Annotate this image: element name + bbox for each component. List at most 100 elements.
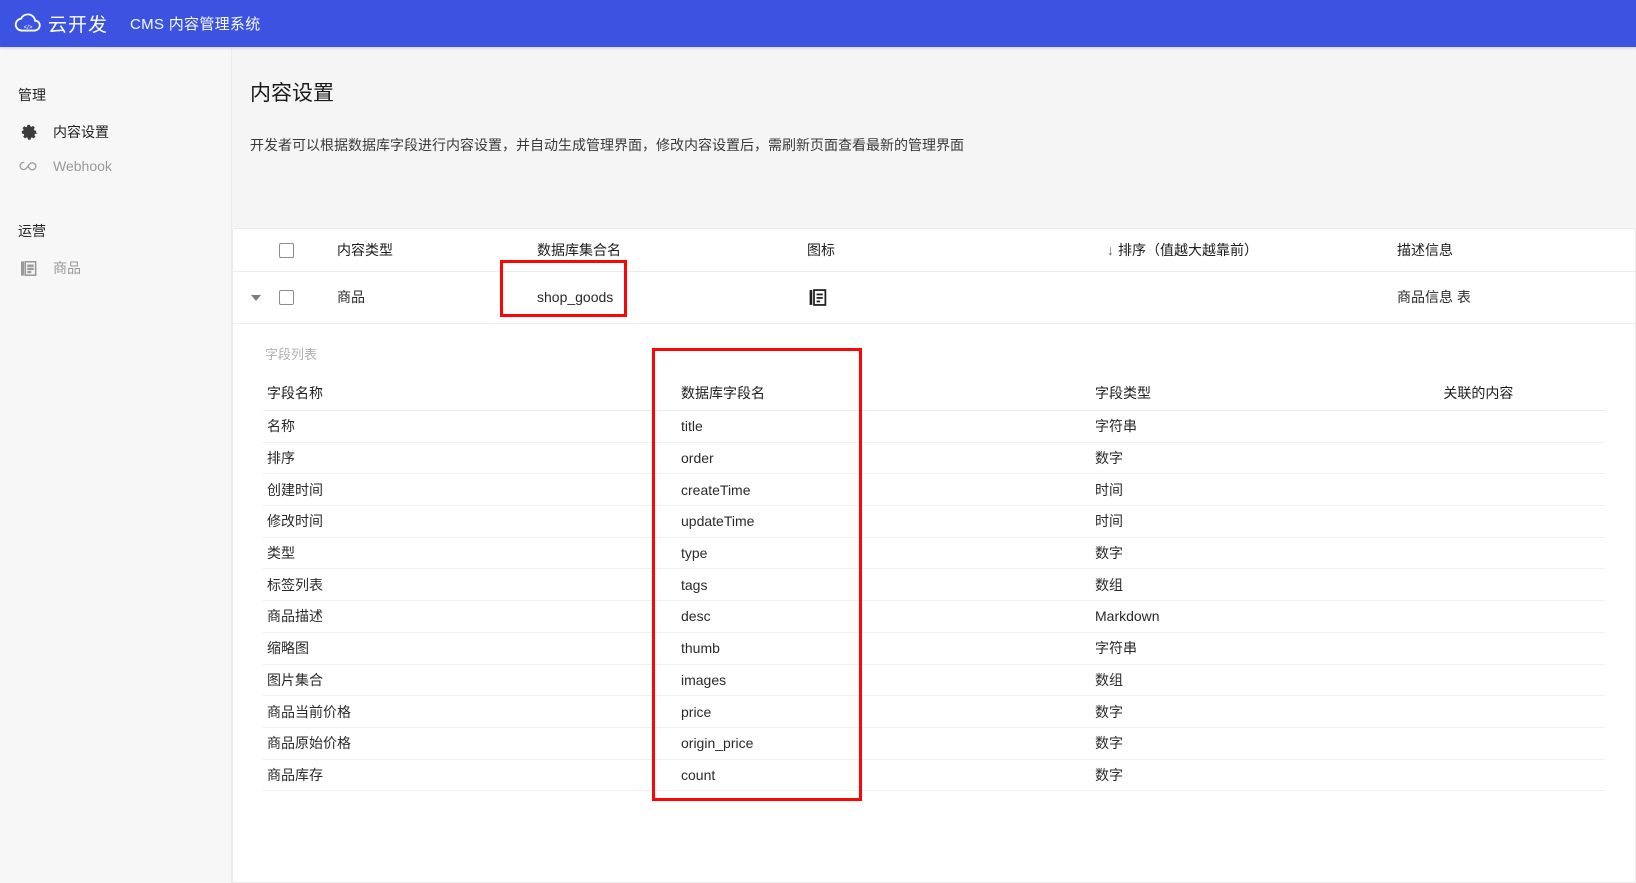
field-list-table: 字段名称 数据库字段名 字段类型 关联的内容 名称 title 字符串 排序 order… [263,376,1605,792]
field-field-type: Markdown [1091,600,1440,633]
field-field-name: 商品原始价格 [263,727,677,760]
icon-column-header: 图标 [807,229,1107,272]
field-name-column-header: 字段名称 [263,376,677,411]
table-row[interactable]: 图片集合 images 数组 [263,664,1605,697]
content-type-column-header: 内容类型 [337,229,537,272]
field-db-field-name: createTime [677,473,1091,507]
document-list-icon [18,258,39,279]
field-field-name: 标签列表 [263,568,677,602]
field-field-name: 修改时间 [263,505,677,538]
field-related-content [1439,632,1605,665]
expand-column-header [233,229,279,272]
field-related-content [1439,759,1605,792]
row-checkbox[interactable] [279,290,294,306]
sidebar-item-label: Webhook [53,157,112,174]
field-type-column-header: 字段类型 [1091,376,1440,411]
table-row[interactable]: 修改时间 updateTime 时间 [263,505,1605,538]
field-field-name: 商品当前价格 [263,695,677,728]
field-field-name: 类型 [263,537,677,570]
field-field-type: 数字 [1091,537,1440,570]
sidebar-group-title-management: 管理 [18,87,46,103]
field-related-content [1439,537,1605,570]
gear-icon [18,122,39,143]
row-icon-cell [807,271,1107,324]
field-field-type: 数字 [1091,727,1440,760]
field-db-field-name: tags [677,568,1091,602]
field-related-content [1439,442,1605,475]
field-field-type: 字符串 [1091,632,1440,665]
field-related-content [1439,568,1605,602]
content-types-table-header: 内容类型 数据库集合名 图标 ↓ 排序（值越大越靠前） 描述信息 [233,229,1635,272]
row-collection-name: shop_goods [537,271,807,324]
field-related-content [1439,600,1605,633]
table-row[interactable]: 创建时间 createTime 时间 [263,473,1605,507]
brand-name: 云开发 [48,15,109,36]
top-navigation-bar: </> 云开发 CMS 内容管理系统 [0,0,1636,47]
row-order [1107,271,1397,324]
row-content-type: 商品 [337,271,537,324]
table-row[interactable]: 名称 title 字符串 [263,410,1605,443]
table-row[interactable]: 缩略图 thumb 字符串 [263,632,1605,665]
document-list-icon [807,288,828,306]
db-field-name-column-header: 数据库字段名 [677,376,1091,411]
order-column-label: 排序（值越大越靠前） [1118,241,1258,258]
field-db-field-name: order [677,442,1091,475]
collection-name-column-header: 数据库集合名 [537,229,807,272]
field-field-type: 数字 [1091,695,1440,728]
content-types-table: 内容类型 数据库集合名 图标 ↓ 排序（值越大越靠前） 描述信息 商品 shop… [233,229,1635,324]
description-column-header: 描述信息 [1397,229,1635,272]
field-list-label: 字段列表 [265,346,318,362]
field-field-name: 商品描述 [263,600,677,633]
sidebar-item-label: 商品 [53,259,81,276]
field-db-field-name: images [677,664,1091,697]
table-row[interactable]: 排序 order 数字 [263,442,1605,475]
sidebar-item-label: 内容设置 [53,123,109,140]
table-row[interactable]: 商品当前价格 price 数字 [263,695,1605,728]
content-types-table-body: 商品 shop_goods 商品信息 表 [233,271,1635,324]
sidebar-item-goods[interactable]: 商品 [0,251,231,285]
infinity-icon [18,156,39,177]
sidebar: 管理 内容设置 Webhook 运营 商品 [0,47,232,883]
row-select-cell[interactable] [279,271,337,324]
order-column-header[interactable]: ↓ 排序（值越大越靠前） [1107,229,1397,272]
table-row[interactable]: 类型 type 数字 [263,537,1605,570]
sidebar-item-content-settings[interactable]: 内容设置 [0,115,231,149]
table-row[interactable]: 标签列表 tags 数组 [263,568,1605,602]
field-field-name: 名称 [263,410,677,443]
table-row[interactable]: 商品原始价格 origin_price 数字 [263,727,1605,760]
field-field-type: 数组 [1091,664,1440,697]
field-field-name: 创建时间 [263,473,677,507]
table-row[interactable]: 商品描述 desc Markdown [263,600,1605,633]
field-db-field-name: count [677,759,1091,792]
select-all-column-header [279,229,337,272]
row-description: 商品信息 表 [1397,271,1635,324]
field-field-type: 时间 [1091,505,1440,538]
field-list-panel: 字段列表 字段名称 数据库字段名 字段类型 关联的内容 名称 title 字符串 排序… [233,323,1635,792]
sidebar-item-webhook[interactable]: Webhook [0,149,231,183]
sidebar-group-title-operations: 运营 [18,223,46,239]
sort-descending-icon: ↓ [1107,241,1114,258]
field-db-field-name: thumb [677,632,1091,665]
field-related-content [1439,695,1605,728]
page-description: 开发者可以根据数据库字段进行内容设置，并自动生成管理界面，修改内容设置后，需刷新… [250,137,964,153]
table-row[interactable]: 商品库存 count 数字 [263,759,1605,792]
field-field-type: 数字 [1091,442,1440,475]
expand-row-toggle[interactable] [233,271,279,324]
page-title: 内容设置 [250,82,334,105]
select-all-checkbox[interactable] [279,243,294,259]
field-db-field-name: type [677,537,1091,570]
field-field-name: 商品库存 [263,759,677,792]
field-related-content [1439,505,1605,538]
field-list-table-body: 名称 title 字符串 排序 order 数字 创建时间 createTime 时间 修改时间 u… [263,410,1605,792]
field-list-table-header: 字段名称 数据库字段名 字段类型 关联的内容 [263,376,1605,411]
table-row[interactable]: 商品 shop_goods 商品信息 表 [233,271,1635,324]
chevron-down-icon [251,295,261,302]
field-related-content [1439,727,1605,760]
field-db-field-name: desc [677,600,1091,633]
brand-logo[interactable]: </> 云开发 [14,10,108,38]
cloud-code-logo-icon: </> [14,10,42,38]
field-related-content [1439,664,1605,697]
field-field-name: 图片集合 [263,664,677,697]
field-field-type: 数组 [1091,568,1440,602]
field-field-name: 排序 [263,442,677,475]
